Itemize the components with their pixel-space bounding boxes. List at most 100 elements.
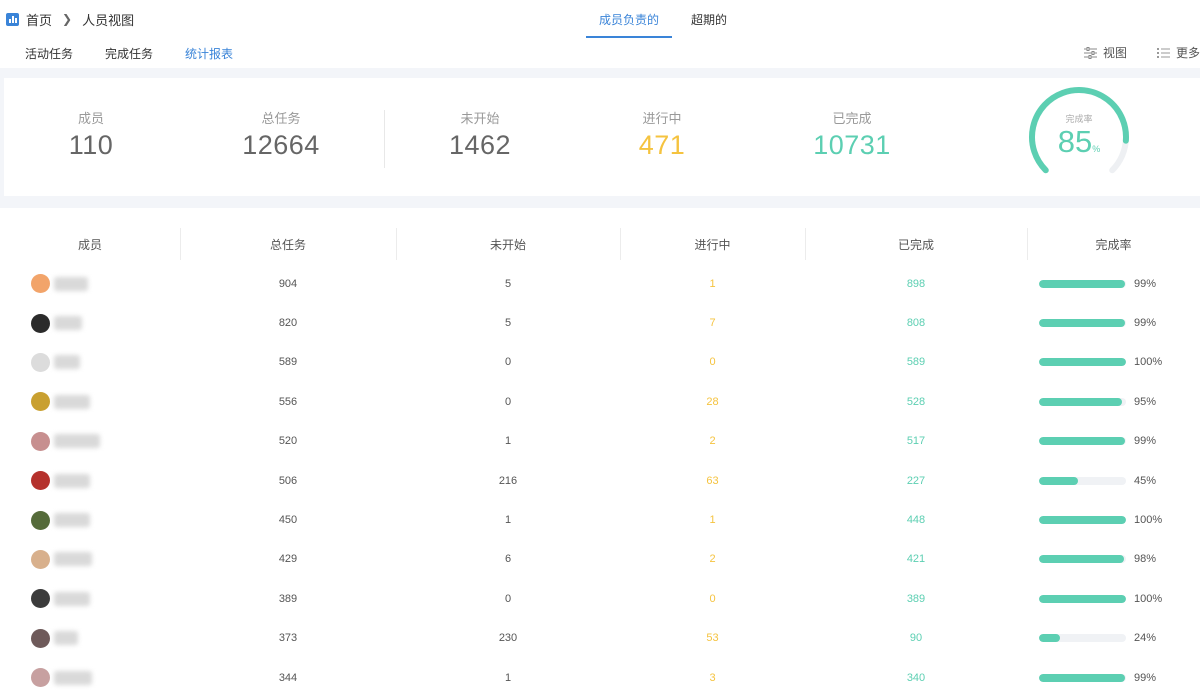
- avatar[interactable]: [31, 510, 50, 530]
- member-name-redacted: [54, 394, 90, 409]
- sub-tabs: 活动任务 完成任务 统计报表: [25, 45, 233, 62]
- rate-cell: 99%: [1027, 435, 1200, 447]
- table-row[interactable]: 520 1 2 517 99%: [0, 422, 1200, 461]
- rate-bar: [1039, 673, 1126, 682]
- in-progress-cell: 63: [706, 474, 719, 487]
- completed-cell: 340: [906, 671, 926, 684]
- in-progress-cell: 28: [706, 395, 719, 408]
- avatar[interactable]: [31, 313, 50, 333]
- col-member[interactable]: 成员: [0, 222, 180, 266]
- rate-bar-fill: [1039, 397, 1122, 406]
- stat-total-value: 12664: [242, 130, 320, 160]
- not-started-cell: 6: [504, 553, 512, 566]
- sub-tab-completed-tasks[interactable]: 完成任务: [105, 45, 153, 62]
- stat-not-started-value: 1462: [448, 130, 512, 160]
- avatar[interactable]: [31, 549, 50, 569]
- breadcrumb-current: 人员视图: [82, 12, 135, 28]
- rate-bar: [1039, 594, 1126, 603]
- table-row[interactable]: 389 0 0 389 100%: [0, 579, 1200, 618]
- rate-bar: [1039, 397, 1126, 406]
- table-body: 904 5 1 898 99% 820 5 7 808 99% 589 0 0 589 100% 556 0 28…: [0, 264, 1200, 697]
- col-rate[interactable]: 完成率: [1027, 222, 1200, 266]
- member-cell: [0, 668, 180, 688]
- sub-tab-report[interactable]: 统计报表: [185, 45, 233, 62]
- rate-text: 100%: [1134, 592, 1163, 605]
- table-row[interactable]: 506 216 63 227 45%: [0, 461, 1200, 500]
- completed-cell: 421: [906, 553, 926, 566]
- rate-bar: [1039, 555, 1126, 564]
- rate-bar: [1039, 516, 1126, 525]
- rate-bar-fill: [1039, 516, 1126, 525]
- tab-member-owned[interactable]: 成员负责的: [586, 0, 673, 38]
- not-started-cell: 216: [498, 474, 518, 487]
- avatar[interactable]: [31, 589, 50, 609]
- in-progress-cell: 3: [709, 671, 716, 684]
- completed-cell: 528: [906, 395, 926, 408]
- not-started-cell: 0: [504, 395, 512, 408]
- member-name-redacted: [54, 276, 88, 291]
- rate-cell: 45%: [1027, 475, 1200, 487]
- not-started-cell: 0: [504, 356, 512, 369]
- col-total[interactable]: 总任务: [180, 222, 396, 266]
- member-cell: [0, 431, 180, 451]
- not-started-cell: 230: [498, 632, 518, 645]
- chart-icon: [6, 12, 19, 26]
- not-started-cell: 1: [504, 435, 512, 448]
- rate-cell: 99%: [1027, 672, 1200, 684]
- table-row[interactable]: 820 5 7 808 99%: [0, 303, 1200, 342]
- rate-bar: [1039, 437, 1126, 446]
- rate-text: 100%: [1134, 514, 1163, 527]
- member-cell: [0, 392, 180, 412]
- avatar[interactable]: [31, 471, 50, 491]
- toolbar: 视图 更多: [1054, 44, 1200, 61]
- avatar[interactable]: [31, 431, 50, 451]
- in-progress-cell: 2: [709, 553, 716, 566]
- table-row[interactable]: 904 5 1 898 99%: [0, 264, 1200, 303]
- view-label: 视图: [1102, 46, 1127, 60]
- avatar[interactable]: [31, 668, 50, 688]
- table-row[interactable]: 429 6 2 421 98%: [0, 540, 1200, 579]
- chevron-right-icon: ❯: [62, 12, 73, 26]
- tab-overdue[interactable]: 超期的: [678, 0, 740, 38]
- member-name-redacted: [54, 434, 100, 449]
- completed-cell: 90: [909, 632, 923, 645]
- rate-cell: 99%: [1027, 317, 1200, 329]
- completion-gauge: 完成率 85%: [1026, 84, 1132, 190]
- rate-bar: [1039, 319, 1126, 328]
- member-cell: [0, 471, 180, 491]
- avatar[interactable]: [31, 352, 50, 372]
- total-cell: 373: [278, 632, 298, 645]
- view-button[interactable]: 视图: [1083, 44, 1127, 61]
- rate-text: 99%: [1134, 277, 1157, 290]
- list-icon: [1156, 47, 1170, 58]
- avatar[interactable]: [31, 628, 50, 648]
- stat-not-started-label: 未开始: [460, 111, 500, 126]
- col-in-progress[interactable]: 进行中: [620, 222, 805, 266]
- avatar[interactable]: [31, 392, 50, 412]
- rate-bar-fill: [1039, 476, 1079, 485]
- table-row[interactable]: 556 0 28 528 95%: [0, 382, 1200, 421]
- table-header: 成员 总任务 未开始 进行中 已完成 完成率: [0, 222, 1200, 266]
- table-row[interactable]: 373 230 53 90 24%: [0, 619, 1200, 658]
- sub-tab-active-tasks[interactable]: 活动任务: [25, 45, 73, 62]
- rate-text: 24%: [1134, 632, 1157, 645]
- more-button[interactable]: 更多: [1156, 44, 1200, 61]
- col-completed[interactable]: 已完成: [805, 222, 1027, 266]
- rate-text: 99%: [1134, 317, 1157, 330]
- total-cell: 820: [278, 317, 298, 330]
- col-not-started[interactable]: 未开始: [396, 222, 620, 266]
- table-row[interactable]: 344 1 3 340 99%: [0, 658, 1200, 697]
- stats-panel: 成员 110 总任务 12664 未开始 1462 进行中 471 已完成 10…: [4, 78, 1200, 196]
- in-progress-cell: 1: [709, 514, 716, 527]
- member-name-redacted: [54, 355, 80, 370]
- member-cell: [0, 589, 180, 609]
- rate-bar-fill: [1039, 634, 1060, 643]
- table-row[interactable]: 589 0 0 589 100%: [0, 343, 1200, 382]
- rate-bar-fill: [1039, 555, 1125, 564]
- avatar[interactable]: [31, 274, 50, 294]
- not-started-cell: 1: [504, 514, 512, 527]
- stat-members-label: 成员: [77, 111, 104, 126]
- breadcrumb-home[interactable]: 首页: [26, 10, 52, 29]
- rate-bar: [1039, 358, 1126, 367]
- table-row[interactable]: 450 1 1 448 100%: [0, 500, 1200, 539]
